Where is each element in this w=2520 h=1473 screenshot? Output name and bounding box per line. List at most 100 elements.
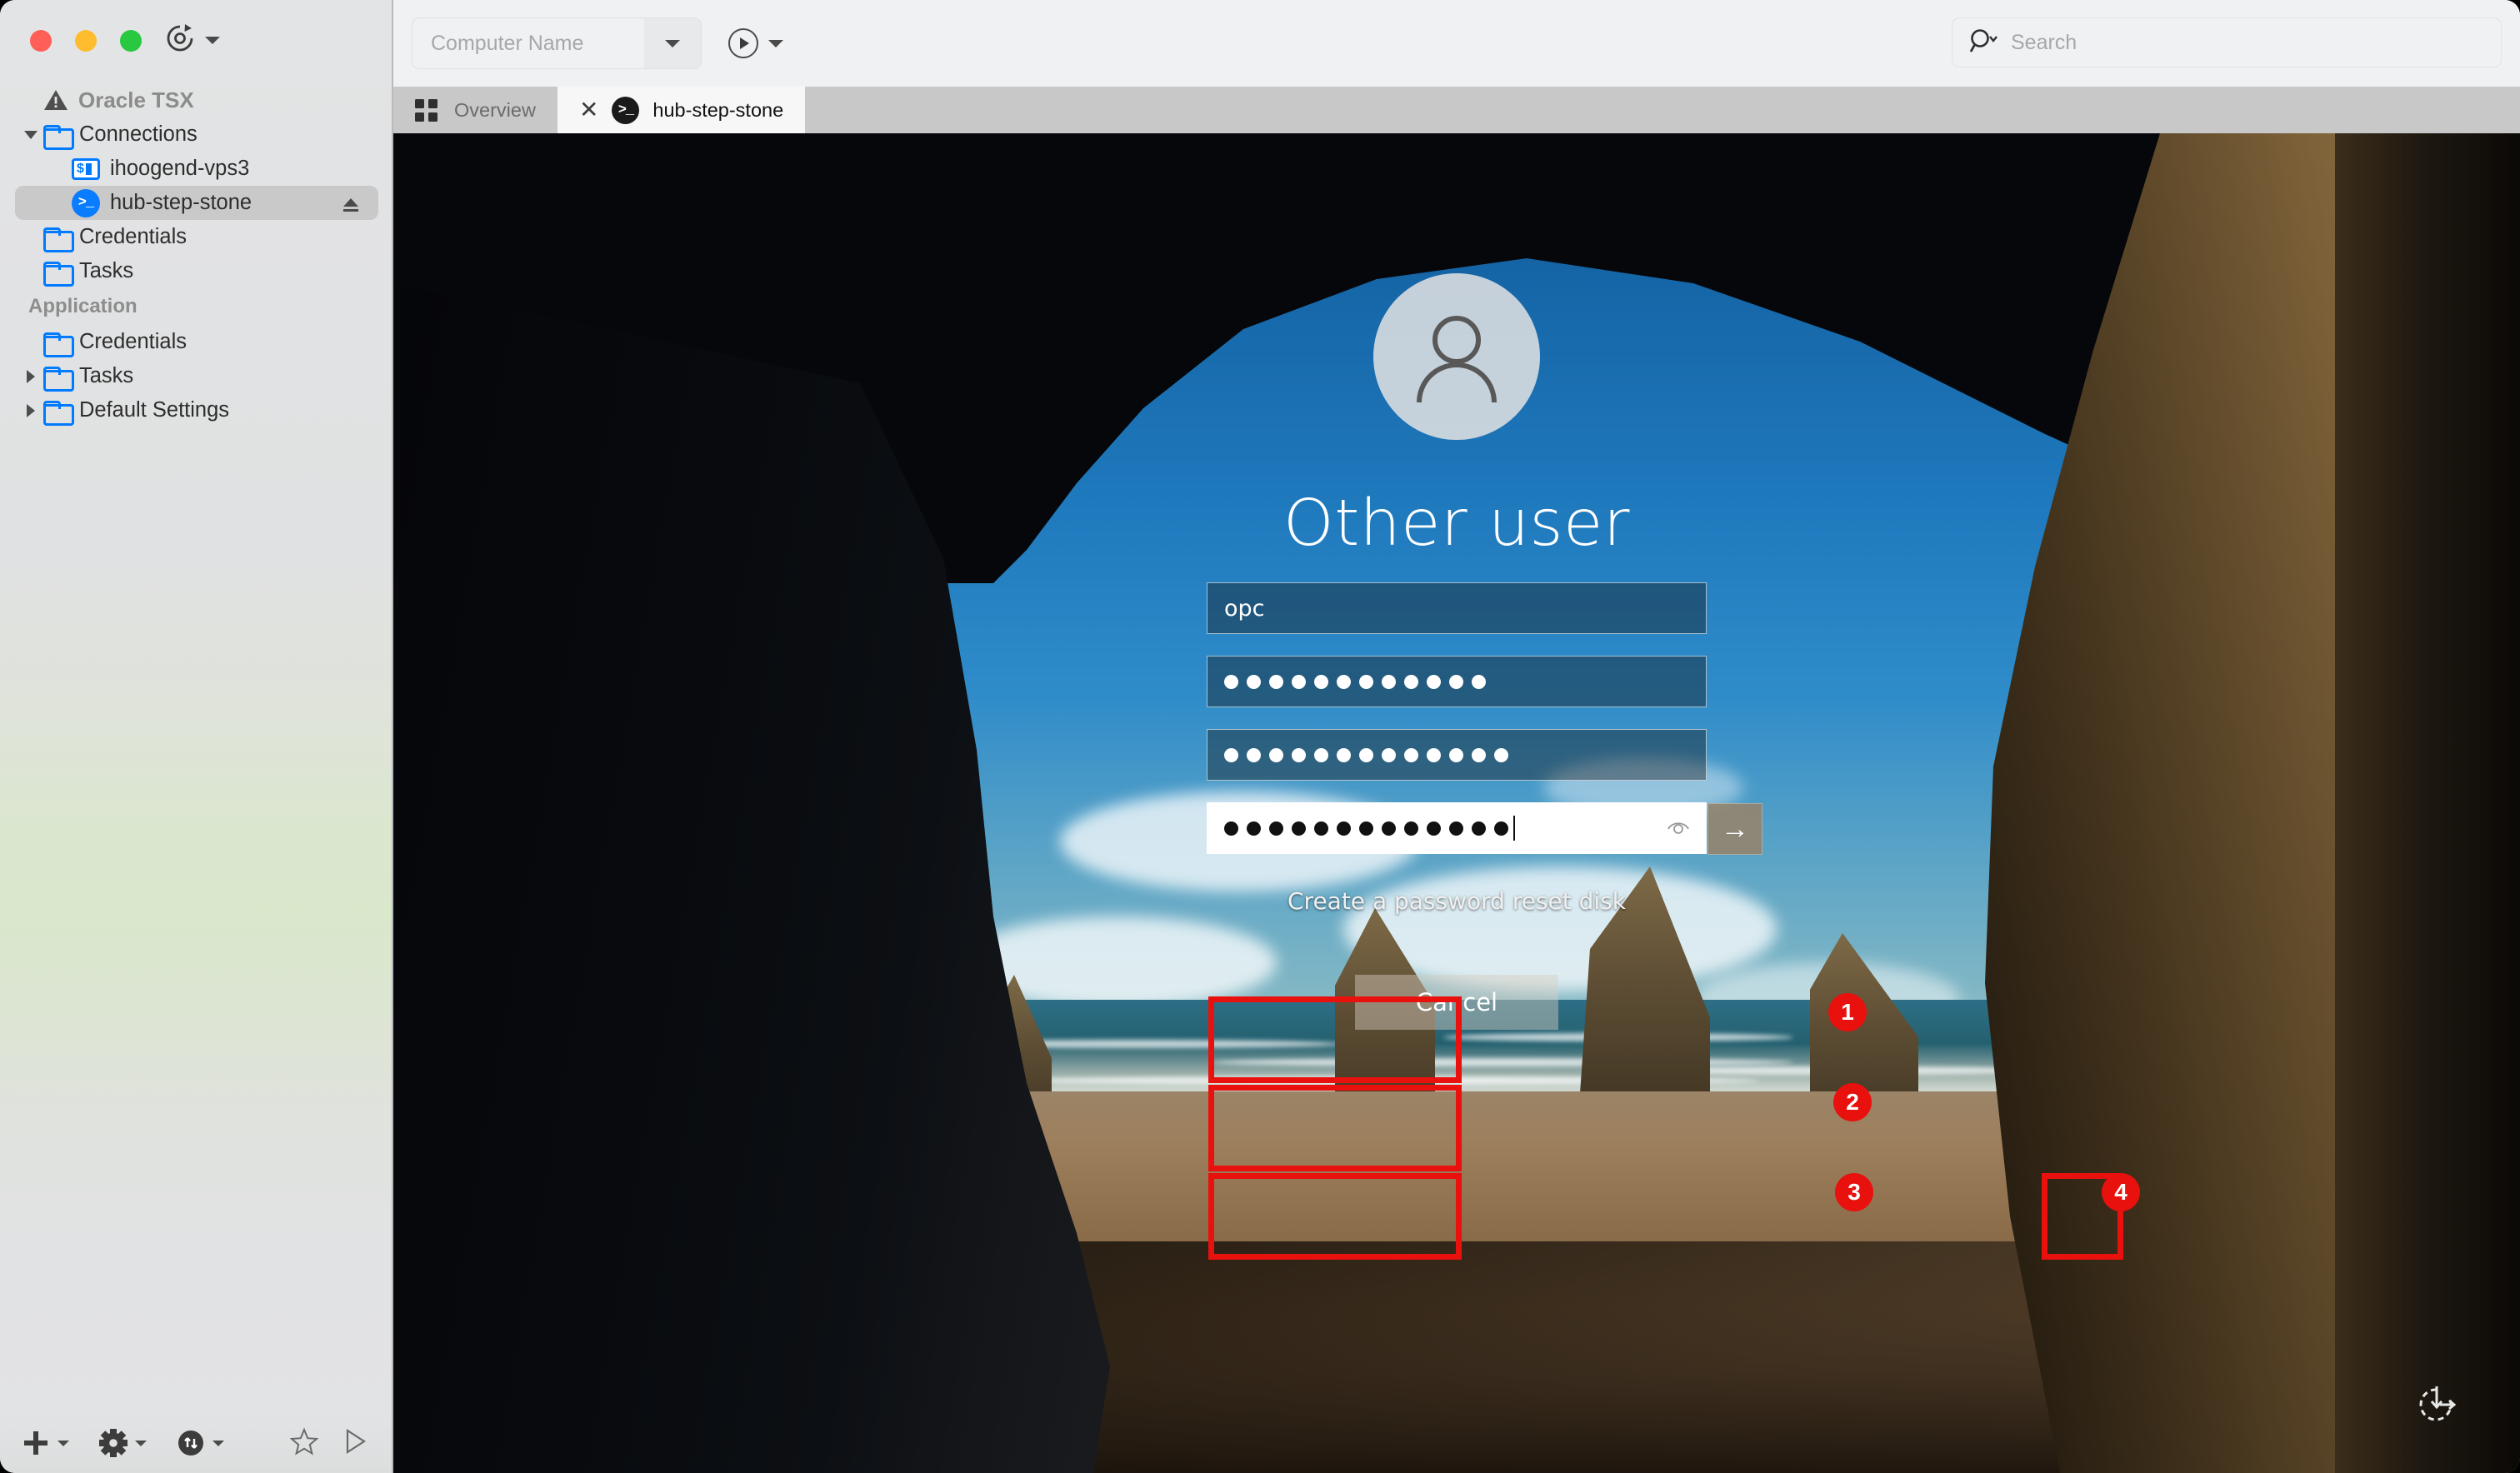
rdp-icon: $ (72, 158, 100, 180)
chevron-right-icon[interactable] (18, 370, 43, 383)
add-icon (22, 1429, 50, 1457)
computer-name-input[interactable]: Computer Name (412, 32, 644, 56)
zoom-window-button[interactable] (120, 30, 142, 52)
sidebar-group-application: Application (0, 288, 393, 325)
sidebar-item-label: Credentials (79, 225, 187, 249)
chevron-down-icon[interactable] (58, 1441, 69, 1446)
sync-button[interactable] (177, 1429, 224, 1457)
chevron-right-icon[interactable] (18, 404, 43, 417)
sidebar-item-ihoogend-vps3[interactable]: $ ihoogend-vps3 (0, 152, 393, 186)
username-field[interactable]: opc (1207, 582, 1707, 634)
sync-icon (177, 1429, 205, 1457)
connect-button-group[interactable] (728, 28, 783, 58)
sidebar-item-connections[interactable]: Connections (0, 117, 393, 152)
chevron-down-icon[interactable] (135, 1441, 147, 1446)
folder-icon (43, 125, 69, 145)
sidebar-item-hub-step-stone[interactable]: >_ hub-step-stone (15, 186, 378, 220)
window-controls[interactable] (30, 30, 142, 52)
ssh-icon: >_ (72, 189, 100, 217)
sidebar-item-label: Credentials (79, 330, 187, 354)
star-icon (290, 1427, 318, 1456)
annotation-badge-1: 1 (1828, 993, 1867, 1031)
toolbar: Computer Name Search (393, 0, 2520, 87)
folder-icon (43, 401, 69, 421)
password-dots (1224, 748, 1508, 762)
run-button[interactable] (343, 1428, 368, 1459)
submit-arrow-button[interactable]: → (1708, 803, 1762, 855)
chevron-down-icon[interactable] (768, 40, 783, 47)
password-field-3[interactable]: → (1207, 802, 1707, 854)
chevron-down-icon[interactable] (212, 1441, 224, 1446)
refresh-icon[interactable] (163, 22, 197, 59)
sidebar: Oracle TSX Connections $ ihoogend-vps3 (0, 0, 393, 1473)
annotation-badge-2: 2 (1833, 1083, 1872, 1121)
sidebar-item-label: Tasks (79, 364, 133, 388)
ease-of-access-icon[interactable] (2413, 1381, 2460, 1428)
refresh-dropdown-button[interactable] (163, 22, 220, 59)
app-window: Oracle TSX Connections $ ihoogend-vps3 (0, 0, 2520, 1473)
favorites-button[interactable] (290, 1427, 318, 1460)
folder-icon (43, 367, 69, 387)
computer-name-dropdown-button[interactable] (644, 18, 701, 68)
avatar (1373, 273, 1540, 440)
lockscreen-login-panel: Other user opc (393, 133, 2520, 1030)
warning-triangle-icon (43, 90, 68, 112)
sidebar-bottom-bar (0, 1413, 392, 1473)
chevron-down-icon[interactable] (205, 37, 220, 44)
username-value: opc (1224, 596, 1265, 622)
tab-strip: Overview ✕ >_ hub-step-stone (393, 87, 2520, 133)
sidebar-item-app-tasks[interactable]: Tasks (0, 359, 393, 393)
sidebar-item-app-credentials[interactable]: Credentials (0, 325, 393, 359)
tab-overview[interactable]: Overview (393, 87, 558, 133)
chevron-down-icon[interactable] (665, 40, 680, 47)
annotation-badge-3: 3 (1835, 1173, 1873, 1211)
tab-hub-step-stone[interactable]: ✕ >_ hub-step-stone (558, 87, 805, 133)
tab-label: Overview (454, 99, 536, 122)
folder-icon (43, 262, 69, 282)
computer-name-combobox[interactable]: Computer Name (412, 17, 702, 69)
user-avatar-icon (1402, 302, 1511, 411)
gear-icon (99, 1429, 128, 1457)
grid-icon (415, 99, 438, 122)
main-panel: Computer Name Search (393, 0, 2520, 1473)
ssh-icon: >_ (612, 97, 639, 124)
sidebar-item-label: Connections (79, 122, 198, 147)
add-connection-button[interactable] (22, 1429, 69, 1457)
password-dots (1224, 675, 1486, 689)
sidebar-item-label: ihoogend-vps3 (110, 157, 249, 181)
play-outline-icon (343, 1428, 368, 1455)
remote-desktop-viewport[interactable]: Other user opc (393, 133, 2520, 1473)
sidebar-group-label: Application (28, 295, 138, 318)
search-input[interactable]: Search (2011, 31, 2077, 55)
sidebar-tree: Oracle TSX Connections $ ihoogend-vps3 (0, 83, 393, 427)
text-caret (1513, 816, 1515, 841)
close-window-button[interactable] (30, 30, 52, 52)
sidebar-item-tasks[interactable]: Tasks (0, 254, 393, 288)
search-field[interactable]: Search (1952, 17, 2502, 67)
folder-icon (43, 332, 69, 352)
close-icon[interactable]: ✕ (579, 98, 598, 122)
eject-icon[interactable] (342, 195, 360, 212)
sidebar-item-label: hub-step-stone (110, 191, 252, 215)
minimize-window-button[interactable] (75, 30, 97, 52)
settings-button[interactable] (99, 1429, 147, 1457)
sidebar-item-credentials[interactable]: Credentials (0, 220, 393, 254)
search-icon[interactable] (1969, 27, 2001, 58)
password-field-1[interactable] (1207, 656, 1707, 707)
sidebar-item-label: Tasks (79, 259, 133, 283)
annotation-badge-4: 4 (2102, 1173, 2140, 1211)
password-reset-disk-link[interactable]: Create a password reset disk (1288, 887, 1626, 915)
chevron-down-icon[interactable] (18, 131, 43, 139)
password-field-2[interactable] (1207, 729, 1707, 781)
sidebar-item-label: Default Settings (79, 398, 229, 422)
sidebar-root-label: Oracle TSX (78, 87, 194, 113)
page-title: Other user (1283, 487, 1630, 561)
cancel-button[interactable]: Cancel (1355, 975, 1558, 1030)
password-dots (1224, 821, 1508, 836)
sidebar-item-default-settings[interactable]: Default Settings (0, 393, 393, 427)
sidebar-root-oracle-tsx[interactable]: Oracle TSX (0, 83, 393, 117)
folder-icon (43, 227, 69, 247)
tab-label: hub-step-stone (652, 99, 783, 122)
eye-icon[interactable] (1666, 816, 1691, 841)
play-circle-icon[interactable] (728, 28, 758, 58)
